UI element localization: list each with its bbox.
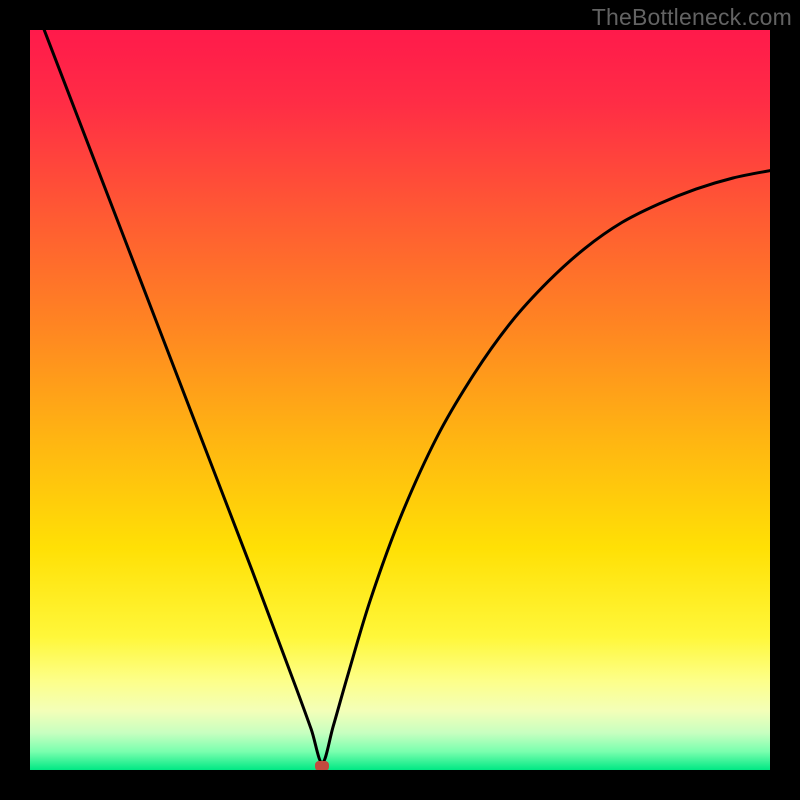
optimal-marker (315, 761, 329, 770)
plot-area (30, 30, 770, 770)
bottleneck-curve (30, 30, 770, 770)
chart-frame: TheBottleneck.com (0, 0, 800, 800)
watermark-text: TheBottleneck.com (592, 4, 792, 31)
